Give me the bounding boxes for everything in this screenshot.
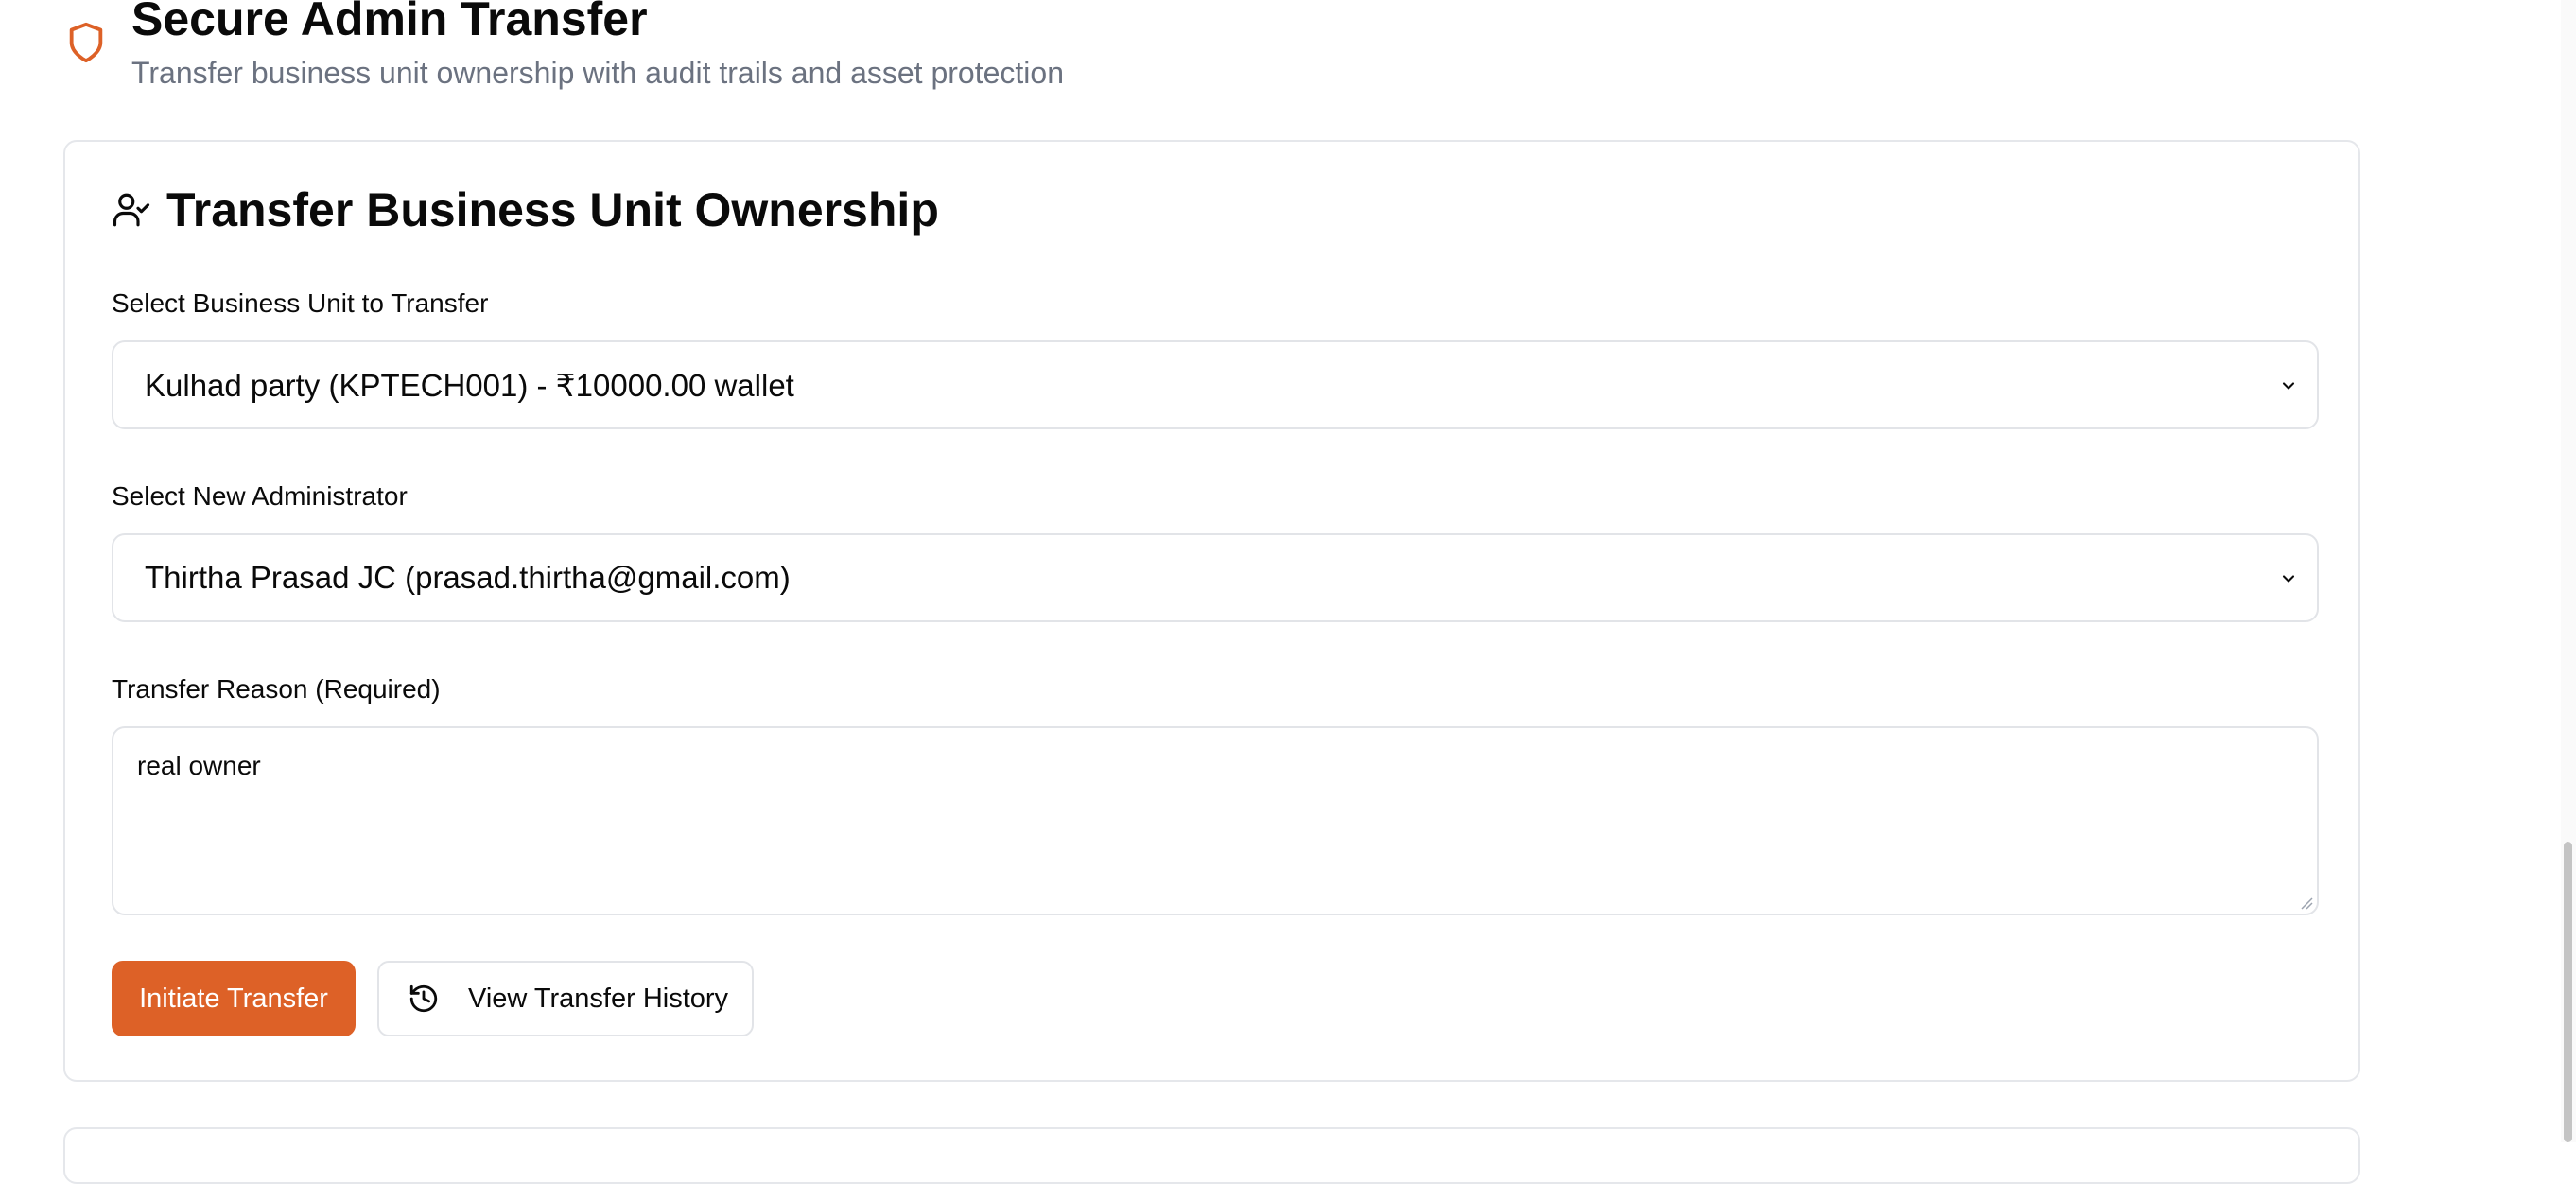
card-header: Transfer Business Unit Ownership [112,182,939,238]
transfer-card: Transfer Business Unit Ownership Select … [63,140,2360,1082]
history-icon [409,984,438,1013]
administrator-select[interactable]: Thirtha Prasad JC (prasad.thirtha@gmail.… [112,533,2319,622]
shield-icon [69,22,103,63]
page-title: Secure Admin Transfer [131,0,648,45]
reason-textarea[interactable]: real owner [112,726,2319,915]
card-title: Transfer Business Unit Ownership [166,183,939,236]
next-card [63,1127,2360,1184]
reason-value: real owner [137,751,261,780]
chevron-down-icon [2282,382,2295,390]
scrollbar-thumb[interactable] [2564,842,2572,1142]
business-unit-label: Select Business Unit to Transfer [112,288,489,318]
chevron-down-icon [2282,575,2295,583]
administrator-value: Thirtha Prasad JC (prasad.thirtha@gmail.… [145,560,791,595]
business-unit-select[interactable]: Kulhad party (KPTECH001) - ₹10000.00 wal… [112,340,2319,429]
user-check-icon [113,193,150,227]
resize-handle-icon[interactable] [2298,895,2313,910]
view-history-button[interactable]: View Transfer History [377,961,754,1036]
view-history-label: View Transfer History [468,983,729,1014]
page-subtitle: Transfer business unit ownership with au… [131,56,1064,90]
initiate-transfer-button[interactable]: Initiate Transfer [112,961,356,1036]
business-unit-value: Kulhad party (KPTECH001) - ₹10000.00 wal… [145,367,794,403]
administrator-label: Select New Administrator [112,481,408,511]
reason-label: Transfer Reason (Required) [112,674,441,704]
